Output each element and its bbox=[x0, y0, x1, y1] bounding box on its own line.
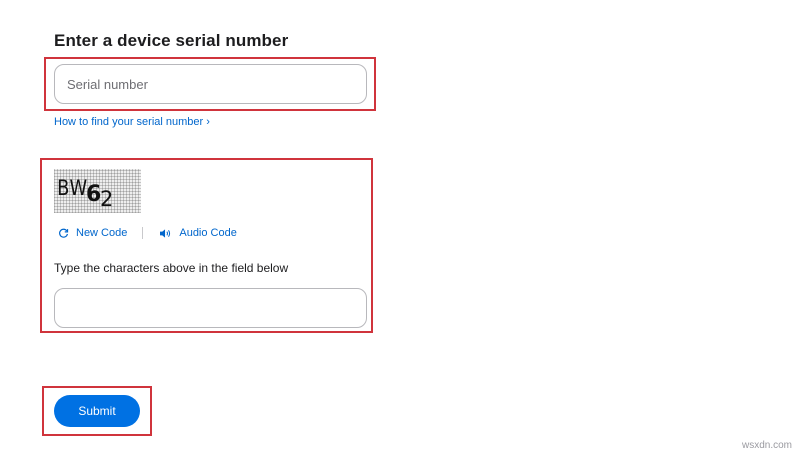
find-serial-number-link[interactable]: How to find your serial number › bbox=[54, 116, 210, 128]
captcha-image: B W 6 2 bbox=[54, 169, 141, 213]
serial-number-input[interactable] bbox=[54, 64, 367, 104]
watermark: wsxdn.com bbox=[741, 440, 792, 451]
new-code-label: New Code bbox=[76, 227, 128, 239]
audio-code-label: Audio Code bbox=[179, 227, 237, 239]
new-code-button[interactable]: New Code bbox=[58, 227, 127, 239]
captcha-char: W bbox=[69, 176, 88, 200]
captcha-char: B bbox=[57, 176, 70, 200]
captcha-input[interactable] bbox=[54, 288, 367, 328]
page: Enter a device serial number How to find… bbox=[0, 0, 800, 455]
audio-code-button[interactable]: Audio Code bbox=[159, 227, 237, 239]
captcha-char: 2 bbox=[100, 187, 114, 211]
captcha-actions: New Code Audio Code bbox=[58, 225, 237, 241]
submit-button[interactable]: Submit bbox=[54, 395, 140, 427]
action-divider bbox=[142, 227, 144, 239]
refresh-icon bbox=[59, 228, 69, 238]
captcha-instruction: Type the characters above in the field b… bbox=[54, 261, 289, 275]
speaker-icon bbox=[160, 228, 171, 238]
page-title: Enter a device serial number bbox=[54, 31, 289, 50]
